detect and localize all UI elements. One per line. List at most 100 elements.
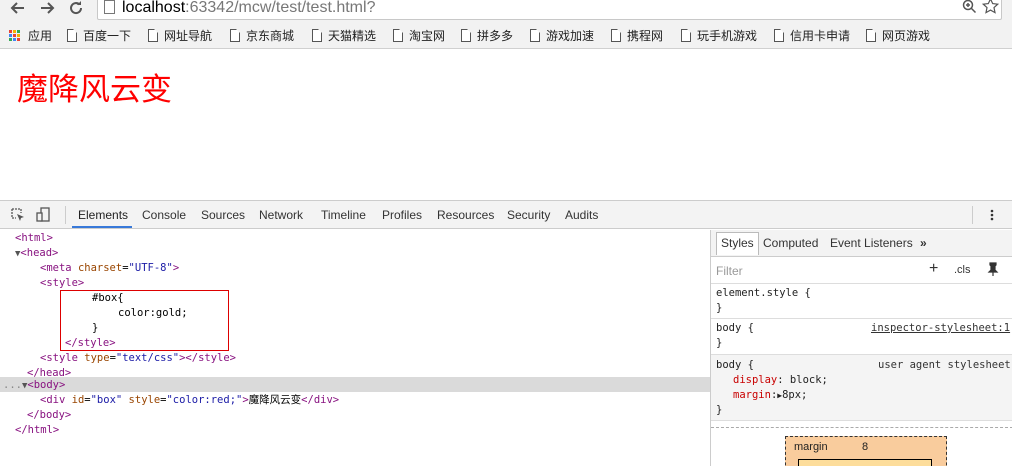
tab-elements[interactable]: Elements (78, 208, 128, 222)
browser-window: localhost:63342/mcw/test/test.html? 应用 百… (0, 0, 1012, 466)
add-rule-button[interactable]: + (929, 260, 938, 278)
url-input[interactable]: localhost:63342/mcw/test/test.html? (97, 0, 1002, 20)
dom-body-open[interactable]: ...▼<body> (3, 378, 65, 393)
bookmark-mobile-games[interactable]: 玩手机游戏 (681, 27, 757, 43)
bookmark-label: 玩手机游戏 (697, 28, 758, 43)
rule-source-link[interactable]: inspector-stylesheet:1 (871, 322, 1010, 334)
forward-arrow-icon[interactable] (37, 0, 57, 18)
margin-value[interactable]: 8 (862, 441, 868, 453)
active-tab-indicator (72, 226, 132, 228)
box-model-margin[interactable]: margin 8 (785, 436, 947, 466)
cls-toggle-button[interactable]: .cls (954, 264, 971, 276)
tag-name: meta (46, 262, 72, 274)
rule-selector[interactable]: body { (716, 322, 754, 334)
more-options-icon[interactable] (984, 207, 1000, 222)
attr-value: "text/css" (115, 352, 180, 364)
tab-console[interactable]: Console (142, 208, 186, 222)
reload-icon[interactable] (66, 0, 86, 18)
css-text: } (92, 322, 99, 334)
devtools-toolbar: Elements Console Sources Network Timelin… (0, 201, 1012, 229)
css-value[interactable]: 8px; (782, 389, 807, 401)
tag-text: <body> (27, 379, 66, 391)
bookmark-ctrip[interactable]: 携程网 (611, 27, 663, 43)
back-arrow-icon[interactable] (8, 0, 28, 18)
zoom-icon[interactable] (962, 0, 982, 18)
styles-filter-input[interactable]: Filter (716, 264, 743, 278)
bookmark-taobao[interactable]: 淘宝网 (393, 27, 445, 43)
devtools-panel: Elements Console Sources Network Timelin… (0, 200, 1012, 466)
page-icon (681, 28, 691, 42)
dom-head-open[interactable]: ▼<head> (15, 246, 58, 261)
toolbar-divider (65, 206, 66, 224)
inspect-element-icon[interactable] (10, 207, 26, 222)
bookmark-baidu[interactable]: 百度一下 (67, 27, 131, 43)
tab-audits[interactable]: Audits (565, 208, 598, 222)
tag-text: <html> (15, 232, 53, 244)
tag-text: </style> (65, 337, 116, 349)
tab-security[interactable]: Security (507, 208, 550, 222)
tag-text: <style> (40, 277, 85, 289)
url-host: localhost (122, 0, 186, 16)
url-text[interactable]: localhost:63342/mcw/test/test.html? (122, 0, 375, 17)
tab-styles[interactable]: Styles (716, 232, 759, 255)
toolbar-divider (972, 206, 973, 224)
dom-html-open[interactable]: <html> (15, 231, 53, 246)
bookmark-credit-card[interactable]: 信用卡申请 (774, 27, 850, 43)
box-div-text: 魔降风云变 (17, 72, 172, 108)
tab-sources[interactable]: Sources (201, 208, 245, 222)
bookmark-label: 网址导航 (164, 28, 213, 43)
tag-text: </html> (15, 424, 60, 436)
tab-event-listeners[interactable]: Event Listeners (830, 236, 913, 250)
page-icon (774, 28, 784, 42)
dom-body-close[interactable]: </body> (27, 408, 71, 423)
bookmark-label: 百度一下 (83, 28, 132, 43)
dom-div-box[interactable]: <div id="box" style="color:red;">魔降风云变</… (40, 393, 339, 408)
box-model-border[interactable] (798, 459, 932, 466)
rule-selector[interactable]: body { (716, 359, 754, 371)
bookmark-web-games[interactable]: 网页游戏 (866, 27, 930, 43)
pin-icon[interactable] (987, 262, 999, 279)
bookmark-label: 应用 (28, 28, 53, 43)
bookmark-apps[interactable]: 应用 (9, 27, 52, 43)
dom-style2[interactable]: <style type="text/css"></style> (40, 351, 236, 366)
rule-selector[interactable]: element.style { (716, 287, 811, 299)
attr-name: type (84, 352, 110, 364)
tag-text: <head> (20, 247, 59, 259)
css-value[interactable]: block; (790, 374, 828, 386)
bookmark-daohang[interactable]: 网址导航 (148, 27, 212, 43)
tab-profiles[interactable]: Profiles (382, 208, 422, 222)
page-icon (866, 28, 876, 42)
tab-resources[interactable]: Resources (437, 208, 494, 222)
bookmark-tmall[interactable]: 天猫精选 (312, 27, 376, 43)
dom-html-close[interactable]: </html> (15, 423, 59, 438)
tag-text: </div> (301, 394, 340, 406)
css-property[interactable]: display (733, 374, 777, 386)
dom-tree: <html> ▼<head> <meta charset="UTF-8"> <s… (0, 230, 710, 466)
page-icon (148, 28, 158, 42)
bookmark-label: 游戏加速 (546, 28, 595, 43)
device-mode-icon[interactable] (36, 207, 52, 222)
more-tabs-chevron[interactable]: » (920, 236, 927, 250)
bookmarks-bar: 应用 百度一下 网址导航 京东商城 天猫精选 淘宝网 拼多多 游戏加速 携程网 … (0, 21, 1012, 49)
page-icon (230, 28, 240, 42)
tab-computed[interactable]: Computed (763, 236, 818, 250)
bookmark-game-accel[interactable]: 游戏加速 (530, 27, 594, 43)
tag-name: div (46, 394, 66, 406)
bookmark-pdd[interactable]: 拼多多 (461, 27, 513, 43)
css-property[interactable]: margin (733, 389, 771, 401)
page-icon (461, 28, 471, 42)
bookmark-label: 网页游戏 (882, 28, 931, 43)
css-decl-line: color:gold; (118, 306, 188, 321)
bookmark-jd[interactable]: 京东商城 (230, 27, 294, 43)
styles-tabs: Styles Computed Event Listeners » (711, 230, 1012, 257)
tab-network[interactable]: Network (259, 208, 303, 222)
dom-style-open[interactable]: <style> (40, 276, 84, 291)
star-icon[interactable] (981, 0, 1000, 18)
dom-meta[interactable]: <meta charset="UTF-8"> (40, 261, 179, 276)
attr-name: style (128, 394, 161, 406)
page-icon (611, 28, 621, 42)
div-text-content: 魔降风云变 (248, 394, 302, 406)
address-bar-row: localhost:63342/mcw/test/test.html? (0, 0, 1012, 21)
tab-timeline[interactable]: Timeline (321, 208, 366, 222)
dom-style-close[interactable]: </style> (65, 336, 116, 351)
